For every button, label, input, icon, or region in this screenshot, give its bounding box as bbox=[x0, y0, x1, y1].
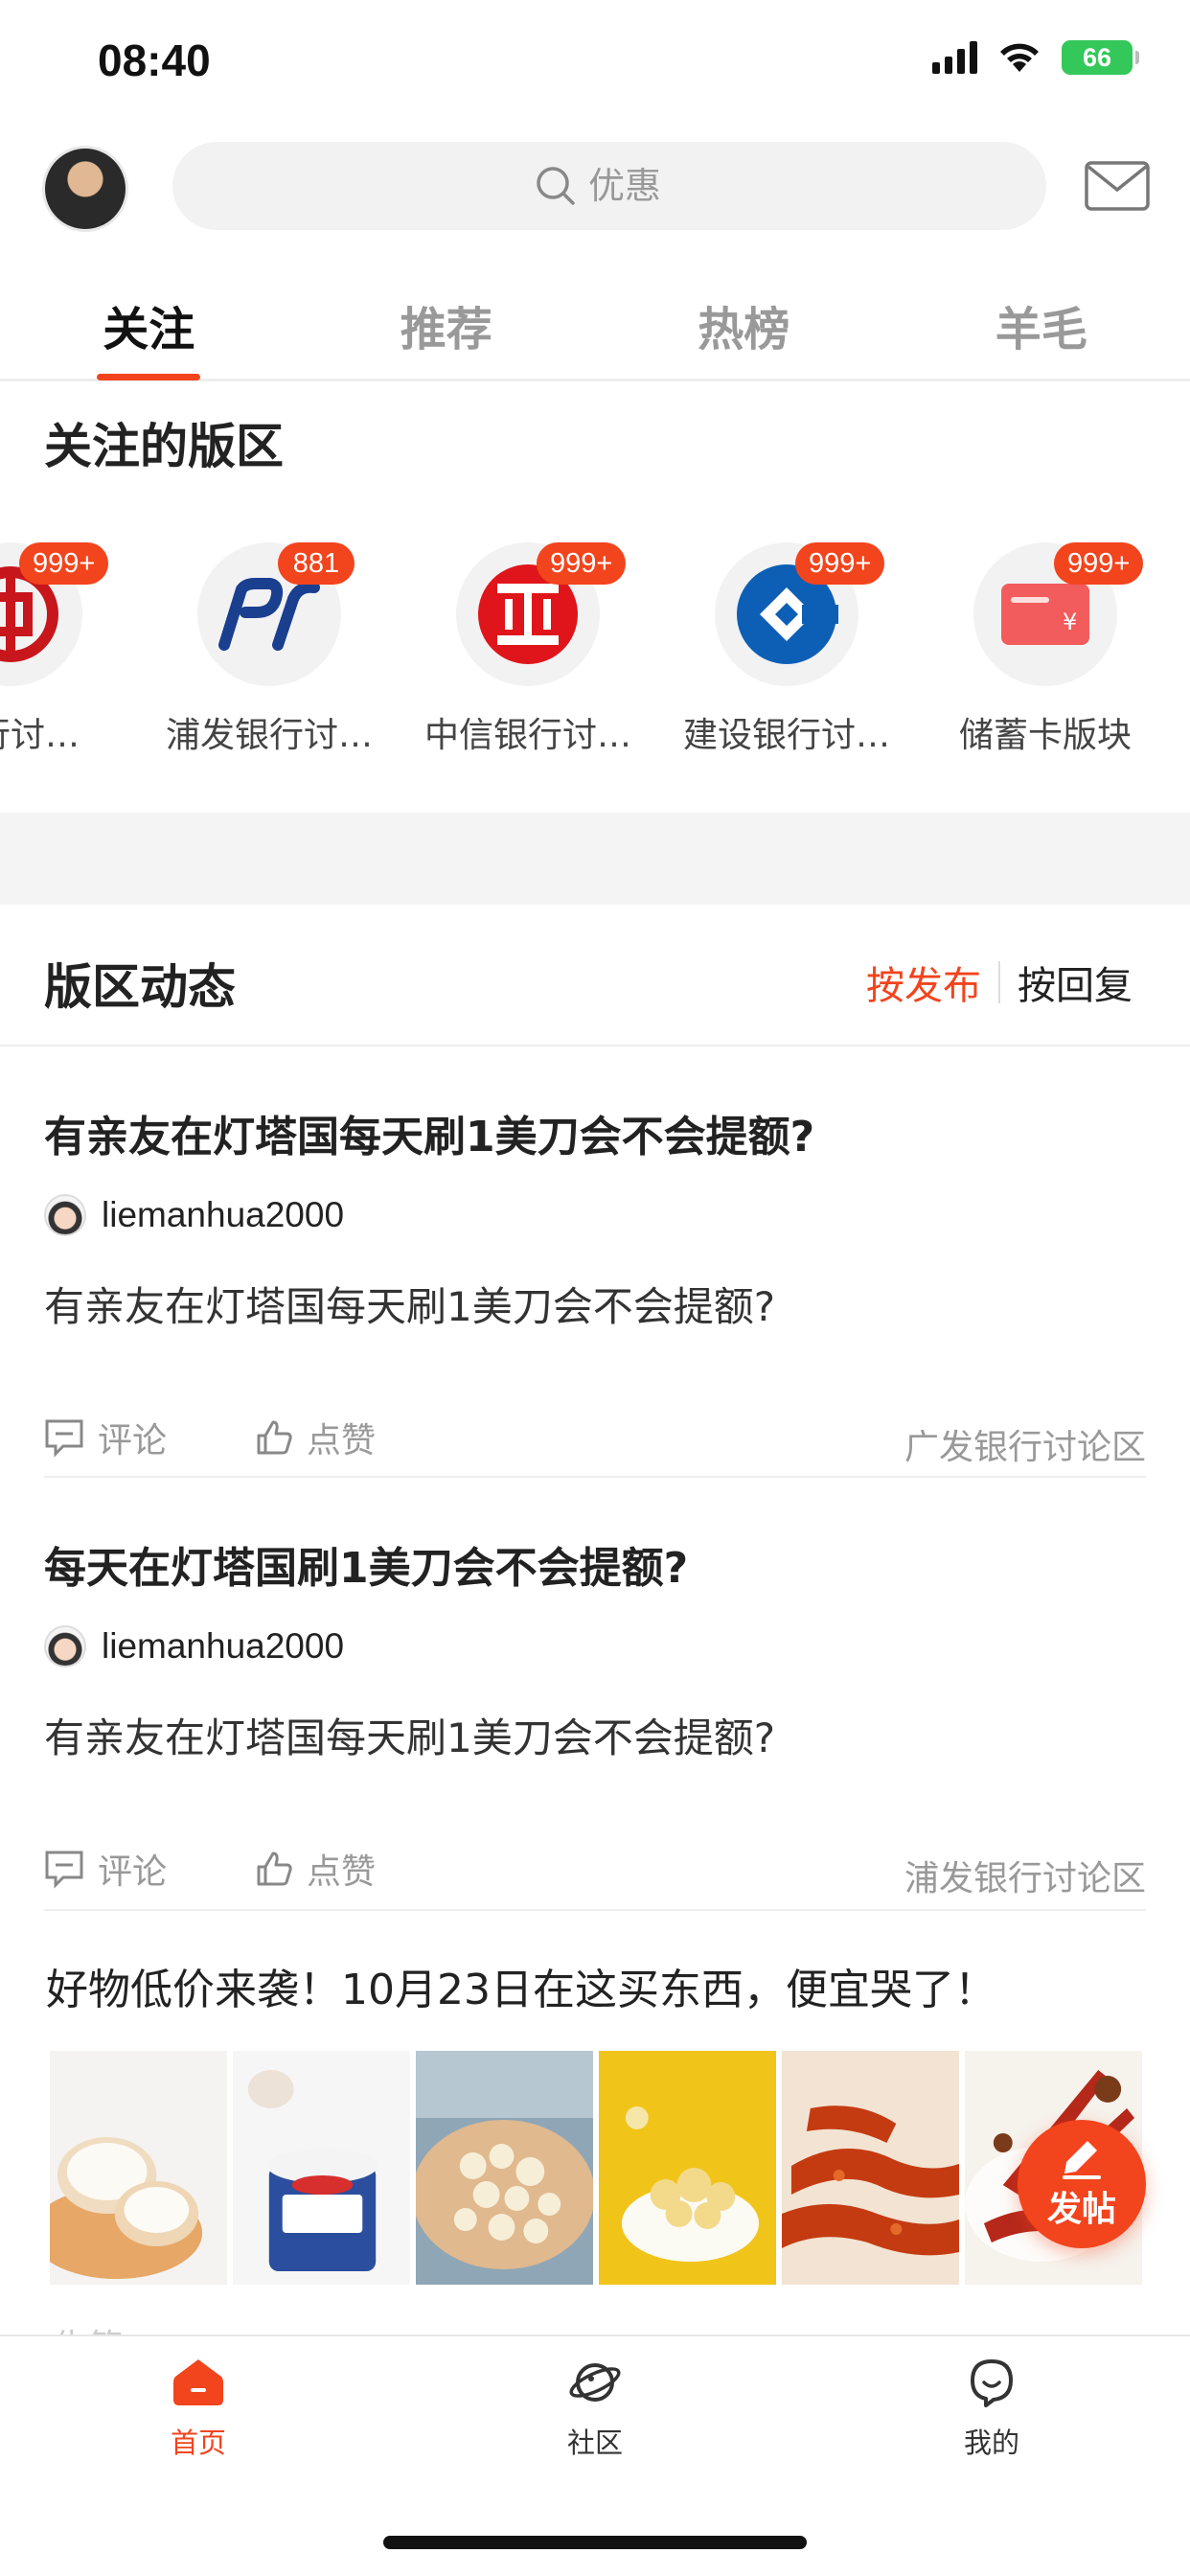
forum-label: 中信银行讨… bbox=[423, 716, 631, 755]
mail-icon[interactable] bbox=[1085, 161, 1150, 211]
product-image-spicy-strips[interactable] bbox=[782, 2051, 959, 2285]
tab-hot-list[interactable]: 热榜 bbox=[595, 278, 893, 379]
tab-following[interactable]: 关注 bbox=[0, 278, 298, 380]
comment-button[interactable]: 评论 bbox=[44, 1844, 167, 1894]
promo-post-title[interactable]: 好物低价来袭！10月23日在这买东西，便宜哭了！ bbox=[46, 1955, 996, 2016]
post-title[interactable]: 有亲友在灯塔国每天刷1美刀会不会提额? bbox=[44, 1102, 1146, 1163]
post-card[interactable]: 每天在灯塔国刷1美刀会不会提额? liemanhua2000 有亲友在灯塔国每天… bbox=[44, 1533, 1146, 1911]
forum-activity-header: 版区动态 按发布 按回复 bbox=[0, 905, 1190, 1046]
post-forum-tag[interactable]: 广发银行讨论区 bbox=[904, 1419, 1146, 1469]
post-author[interactable]: liemanhua2000 bbox=[44, 1625, 1146, 1668]
unread-badge: 881 bbox=[278, 542, 355, 585]
post-card[interactable]: 有亲友在灯塔国每天刷1美刀会不会提额? liemanhua2000 有亲友在灯塔… bbox=[44, 1102, 1146, 1478]
comment-button[interactable]: 评论 bbox=[44, 1413, 167, 1462]
forum-label: 储蓄卡版块 bbox=[958, 716, 1132, 755]
comment-label: 评论 bbox=[98, 1852, 168, 1892]
comment-icon bbox=[45, 1851, 83, 1889]
forum-item-debit-card[interactable]: ¥ 999+ 储蓄卡版块 bbox=[935, 537, 1156, 757]
pen-icon bbox=[1063, 2141, 1101, 2179]
post-author[interactable]: liemanhua2000 bbox=[44, 1194, 1146, 1236]
nav-community[interactable]: 社区 bbox=[499, 2358, 691, 2461]
unread-badge: 999+ bbox=[19, 542, 109, 585]
author-name[interactable]: liemanhua2000 bbox=[102, 1195, 344, 1235]
nav-home[interactable]: 首页 bbox=[103, 2358, 294, 2461]
top-header bbox=[0, 142, 1190, 234]
thumbs-up-icon bbox=[257, 1420, 292, 1455]
forum-item-ccb[interactable]: 999+ 建设银行讨… bbox=[676, 537, 897, 757]
unread-badge: 999+ bbox=[537, 542, 627, 585]
unread-badge: 999+ bbox=[795, 542, 885, 585]
home-indicator bbox=[383, 2536, 807, 2549]
tab-recommended[interactable]: 推荐 bbox=[298, 278, 596, 379]
battery-icon: 66 bbox=[1062, 40, 1139, 75]
product-image-popcorn-bowl[interactable] bbox=[599, 2051, 776, 2285]
status-time: 08:40 bbox=[98, 35, 211, 85]
forum-activity-title: 版区动态 bbox=[44, 959, 236, 1015]
author-avatar[interactable] bbox=[44, 1625, 86, 1668]
promo-image-strip[interactable] bbox=[50, 2051, 1142, 2285]
sort-by-publish-button[interactable]: 按发布 bbox=[866, 954, 981, 1010]
cellular-signal-icon bbox=[932, 41, 977, 74]
post-actions: 评论 点赞 浦发银行讨论区 bbox=[44, 1844, 1146, 1898]
like-label: 点赞 bbox=[307, 1852, 377, 1892]
status-indicators: 66 bbox=[932, 40, 1139, 75]
create-post-button[interactable]: 发帖 bbox=[1018, 2120, 1146, 2248]
forum-label: 银行讨… bbox=[0, 716, 80, 755]
followed-forums-title: 关注的版区 bbox=[44, 419, 284, 474]
like-button[interactable]: 点赞 bbox=[255, 1413, 376, 1462]
forum-item-spdb[interactable]: 881 浦发银行讨… bbox=[159, 537, 379, 757]
thumbs-up-icon bbox=[257, 1852, 292, 1886]
search-input[interactable] bbox=[588, 165, 684, 207]
profile-icon bbox=[971, 2359, 1013, 2407]
post-forum-tag[interactable]: 浦发银行讨论区 bbox=[904, 1851, 1146, 1900]
forum-label: 浦发银行讨… bbox=[165, 716, 373, 755]
wifi-icon bbox=[1000, 43, 1039, 72]
post-body: 有亲友在灯塔国每天刷1美刀会不会提额? bbox=[44, 1714, 776, 1761]
like-button[interactable]: 点赞 bbox=[255, 1844, 376, 1894]
comment-label: 评论 bbox=[98, 1421, 168, 1460]
planet-icon bbox=[569, 2363, 621, 2402]
nav-profile[interactable]: 我的 bbox=[896, 2358, 1087, 2461]
nav-profile-label: 我的 bbox=[963, 2426, 1019, 2459]
forum-item-boc[interactable]: 999+ 银行讨… bbox=[0, 537, 121, 757]
battery-level: 66 bbox=[1082, 42, 1112, 72]
create-post-label: 发帖 bbox=[1046, 2190, 1116, 2229]
followed-forums-list: 999+ 银行讨… 881 浦发银行讨… 999+ 中信银行讨… bbox=[0, 537, 1190, 767]
nav-community-label: 社区 bbox=[566, 2426, 623, 2459]
product-image-mascarpone[interactable] bbox=[233, 2051, 410, 2285]
section-divider bbox=[0, 813, 1190, 905]
sort-divider bbox=[998, 961, 1000, 1003]
sort-by-reply-button[interactable]: 按回复 bbox=[1018, 954, 1133, 1010]
search-icon bbox=[537, 167, 575, 205]
nav-home-label: 首页 bbox=[170, 2426, 226, 2459]
main-tabs: 关注 推荐 热榜 羊毛 bbox=[0, 278, 1190, 381]
post-title[interactable]: 每天在灯塔国刷1美刀会不会提额? bbox=[44, 1533, 1146, 1595]
unread-badge: 999+ bbox=[1054, 542, 1144, 585]
author-name[interactable]: liemanhua2000 bbox=[102, 1626, 344, 1667]
status-bar: 08:40 66 bbox=[0, 0, 1190, 125]
forum-item-citic[interactable]: 999+ 中信银行讨… bbox=[418, 537, 638, 757]
like-label: 点赞 bbox=[307, 1421, 377, 1460]
sort-toggle: 按发布 按回复 bbox=[866, 954, 1133, 1010]
user-avatar[interactable] bbox=[42, 146, 128, 232]
search-bar[interactable] bbox=[172, 142, 1046, 230]
tab-deals[interactable]: 羊毛 bbox=[893, 278, 1190, 379]
post-body: 有亲友在灯塔国每天刷1美刀会不会提额? bbox=[44, 1283, 776, 1330]
comment-icon bbox=[45, 1419, 83, 1458]
author-avatar[interactable] bbox=[44, 1194, 86, 1236]
home-icon bbox=[173, 2359, 223, 2405]
svg-text:¥: ¥ bbox=[1063, 609, 1077, 635]
forum-label: 建设银行讨… bbox=[682, 716, 890, 755]
product-image-bread[interactable] bbox=[50, 2051, 227, 2285]
product-image-popcorn-plate[interactable] bbox=[416, 2051, 593, 2285]
post-actions: 评论 点赞 广发银行讨论区 bbox=[44, 1413, 1146, 1467]
